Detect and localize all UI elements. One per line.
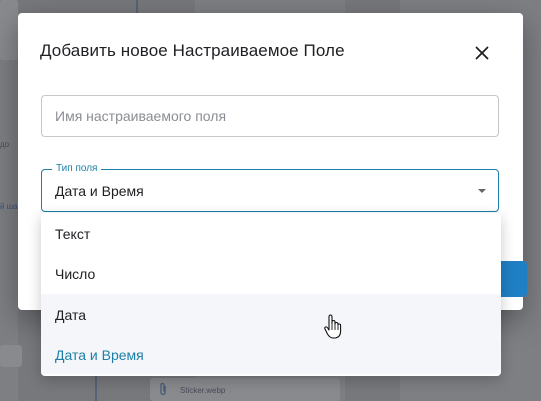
close-button[interactable] <box>468 39 496 67</box>
dropdown-option-datetime[interactable]: Дата и Время <box>41 334 501 374</box>
field-type-label: Тип поля <box>52 163 102 175</box>
field-type-dropdown-menu: Текст Число Дата Дата и Время <box>41 213 501 376</box>
dialog-title: Добавить новое Настраиваемое Поле <box>40 41 345 60</box>
dropdown-option-text[interactable]: Текст <box>41 213 501 253</box>
custom-field-name-input[interactable] <box>42 96 498 136</box>
dropdown-option-label: Число <box>55 266 96 282</box>
custom-field-name-field[interactable] <box>41 95 499 137</box>
hand-cursor-icon <box>324 314 342 339</box>
dropdown-option-label: Дата и Время <box>55 347 144 363</box>
dropdown-option-label: Дата <box>55 307 87 323</box>
dropdown-option-date[interactable]: Дата <box>41 294 501 334</box>
dropdown-arrow-icon <box>478 189 486 193</box>
dropdown-option-label: Текст <box>55 226 91 242</box>
close-icon <box>475 46 489 60</box>
field-type-select[interactable]: Тип поля Дата и Время <box>41 163 499 212</box>
dropdown-option-number[interactable]: Число <box>41 253 501 293</box>
field-type-value: Дата и Время <box>55 183 144 199</box>
